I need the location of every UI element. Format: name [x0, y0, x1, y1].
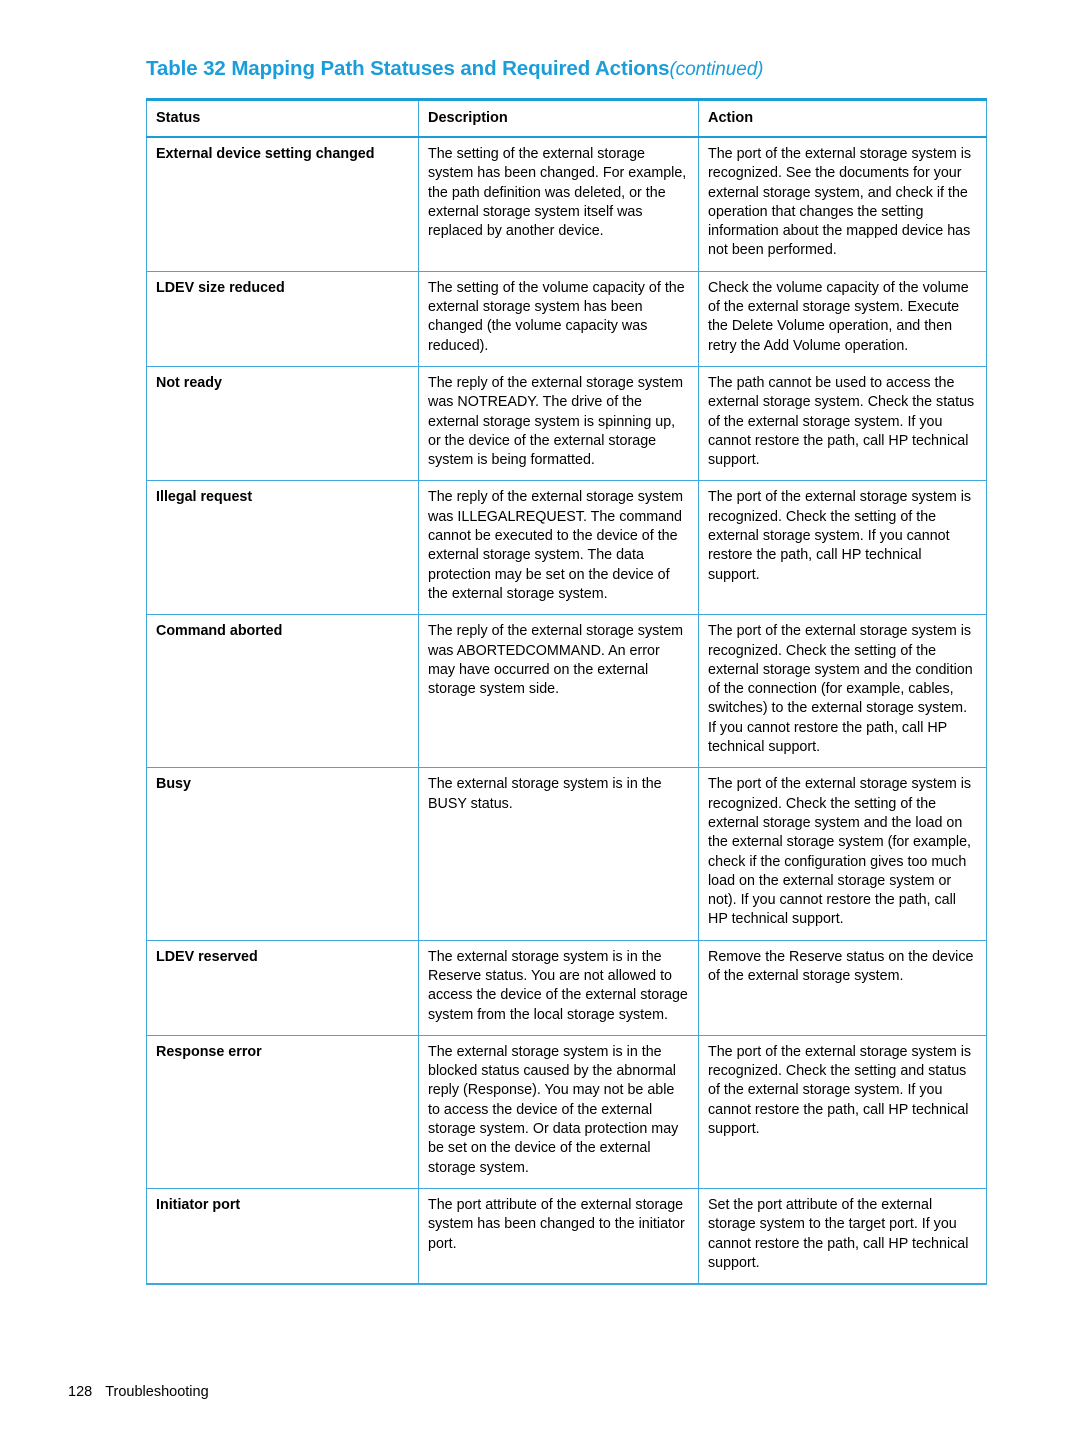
- table-row: External device setting changed The setti…: [146, 137, 987, 272]
- table-row: Not ready The reply of the external stora…: [146, 366, 987, 482]
- cell-status: Not ready: [146, 366, 419, 482]
- cell-description: The reply of the external storage system…: [418, 480, 699, 616]
- cell-description: The port attribute of the external stora…: [418, 1188, 699, 1286]
- column-header-action: Action: [698, 98, 987, 138]
- cell-description: The reply of the external storage system…: [418, 366, 699, 482]
- cell-action: The port of the external storage system …: [698, 767, 987, 941]
- mapping-path-statuses-table: Status Description Action External devic…: [146, 98, 987, 1286]
- table-caption-text: Table 32 Mapping Path Statuses and Requi…: [146, 57, 670, 80]
- table-header: Status Description Action: [146, 98, 987, 138]
- cell-description: The setting of the external storage syst…: [418, 137, 699, 272]
- column-header-status: Status: [146, 98, 419, 138]
- cell-description: The setting of the volume capacity of th…: [418, 271, 699, 367]
- cell-description: The external storage system is in the bl…: [418, 1035, 699, 1189]
- cell-description: The external storage system is in the Re…: [418, 940, 699, 1036]
- footer-section-label: Troubleshooting: [105, 1384, 209, 1400]
- cell-description: The external storage system is in the BU…: [418, 767, 699, 941]
- cell-status: LDEV size reduced: [146, 271, 419, 367]
- table-body: External device setting changed The setti…: [146, 137, 987, 1286]
- cell-action: The port of the external storage system …: [698, 614, 987, 769]
- table-caption: Table 32 Mapping Path Statuses and Requi…: [146, 56, 764, 83]
- cell-action: The port of the external storage system …: [698, 137, 987, 272]
- footer-page-number: 128: [68, 1384, 93, 1400]
- cell-action: Remove the Reserve status on the device …: [698, 940, 987, 1036]
- cell-status: External device setting changed: [146, 137, 419, 272]
- page-footer: 128 Troubleshooting: [68, 1382, 209, 1402]
- cell-action: The port of the external storage system …: [698, 480, 987, 616]
- column-header-description: Description: [418, 98, 699, 138]
- cell-status: Illegal request: [146, 480, 419, 616]
- cell-status: Initiator port: [146, 1188, 419, 1286]
- table-row: Initiator port The port attribute of the …: [146, 1188, 987, 1286]
- table-caption-continued: (continued): [669, 59, 764, 80]
- table-row: LDEV size reduced The setting of the volu…: [146, 271, 987, 367]
- table-row: Command aborted The reply of the external…: [146, 614, 987, 769]
- cell-status: Response error: [146, 1035, 419, 1189]
- table-row: Busy The external storage system is in th…: [146, 767, 987, 941]
- cell-status: Command aborted: [146, 614, 419, 769]
- table-row: Response error The external storage syste…: [146, 1035, 987, 1189]
- cell-description: The reply of the external storage system…: [418, 614, 699, 769]
- table-row: Illegal request The reply of the external…: [146, 480, 987, 616]
- table-row: LDEV reserved The external storage system…: [146, 940, 987, 1036]
- cell-status: Busy: [146, 767, 419, 941]
- document-page: Table 32 Mapping Path Statuses and Requi…: [0, 0, 1080, 1438]
- cell-action: Set the port attribute of the external s…: [698, 1188, 987, 1286]
- cell-status: LDEV reserved: [146, 940, 419, 1036]
- cell-action: The port of the external storage system …: [698, 1035, 987, 1189]
- cell-action: The path cannot be used to access the ex…: [698, 366, 987, 482]
- table-header-row: Status Description Action: [146, 98, 987, 138]
- cell-action: Check the volume capacity of the volume …: [698, 271, 987, 367]
